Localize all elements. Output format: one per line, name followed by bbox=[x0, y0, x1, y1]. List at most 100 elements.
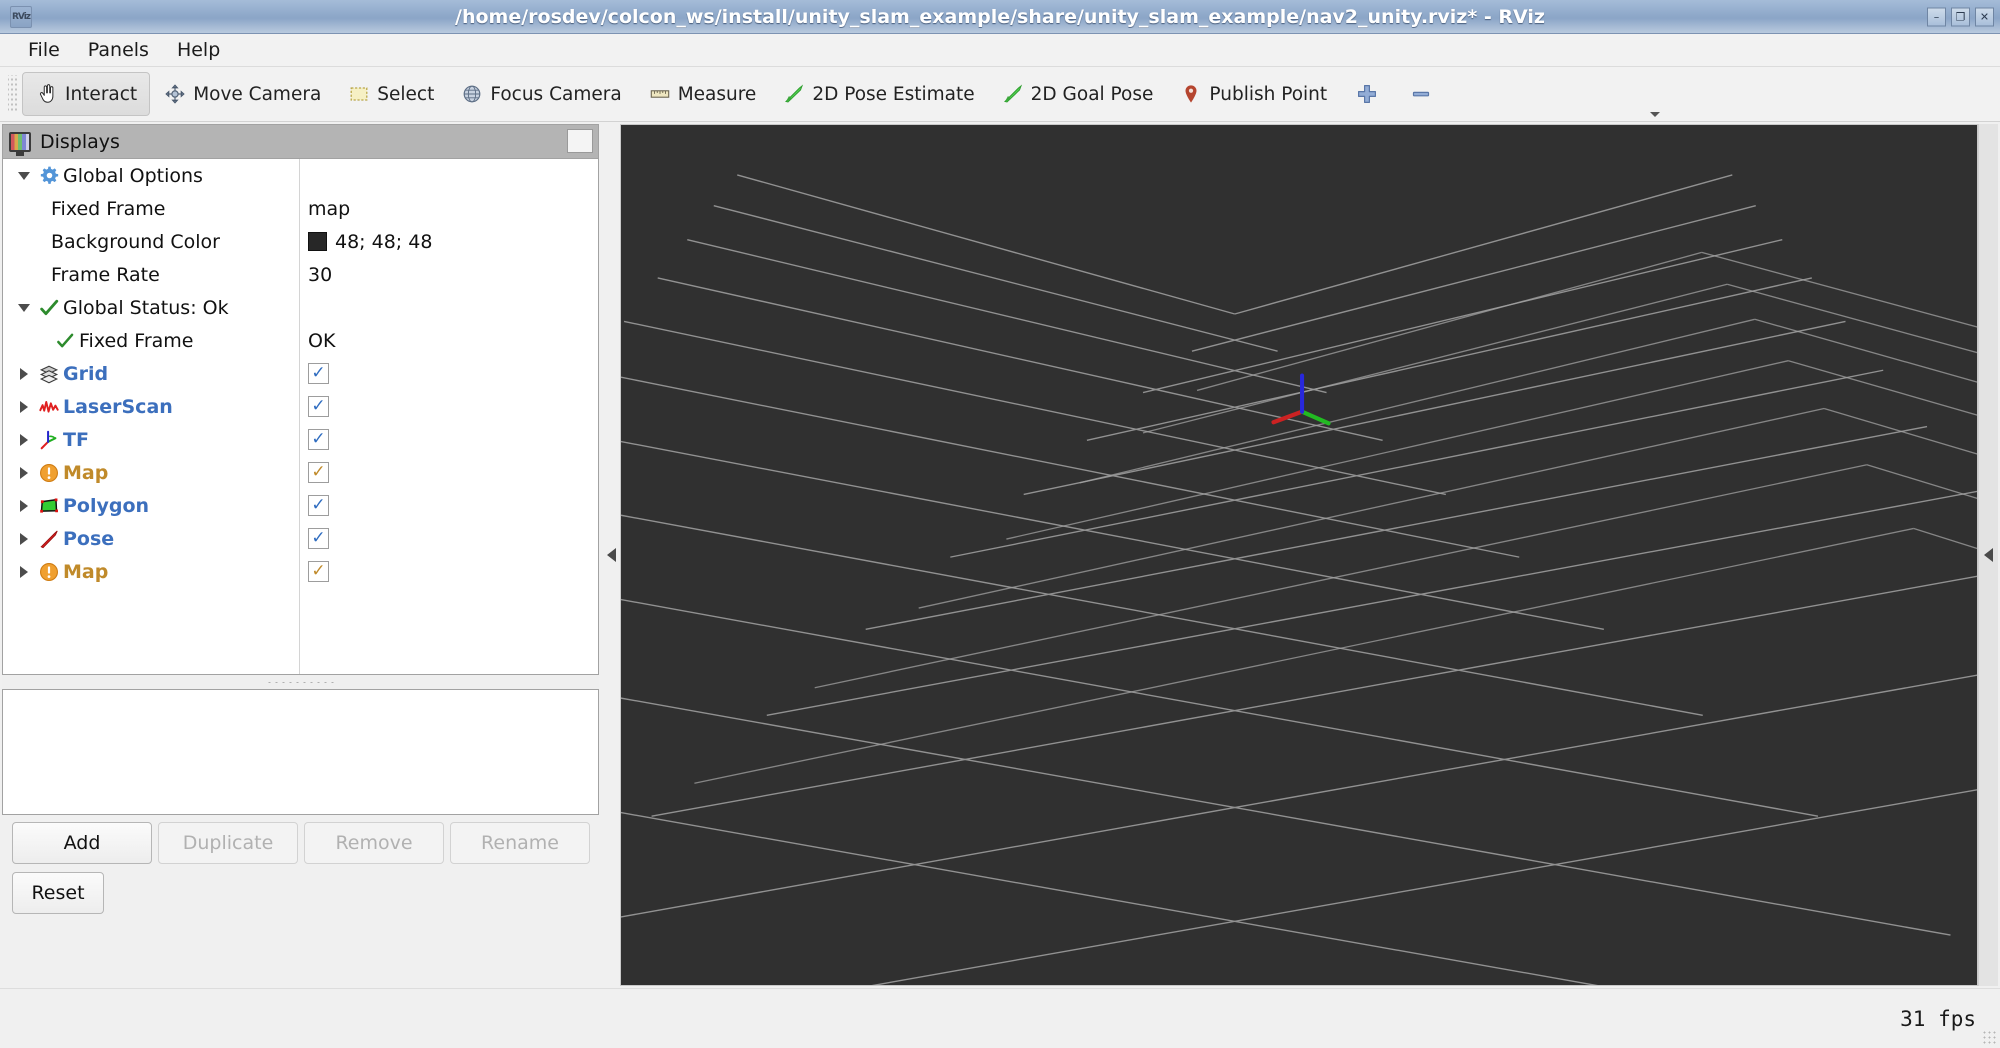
polygon-checkbox[interactable]: ✓ bbox=[308, 495, 329, 516]
tool-move-camera-label: Move Camera bbox=[193, 83, 322, 105]
menu-help[interactable]: Help bbox=[163, 36, 234, 64]
tree-row-grid[interactable]: Grid ✓ bbox=[3, 357, 598, 390]
tree-row-status-fixed-frame[interactable]: Fixed Frame OK bbox=[3, 324, 598, 357]
tree-label: Pose bbox=[63, 527, 115, 550]
pose-arrow-icon bbox=[35, 528, 63, 550]
tool-2d-goal-pose[interactable]: 2D Goal Pose bbox=[988, 72, 1167, 116]
frame-rate-value: 30 bbox=[308, 263, 333, 286]
status-fixed-frame-value: OK bbox=[308, 329, 336, 352]
render-view-3d[interactable] bbox=[620, 124, 1978, 986]
tool-measure[interactable]: Measure bbox=[635, 72, 770, 116]
grid-svg bbox=[621, 125, 1977, 985]
grid-icon bbox=[35, 363, 63, 385]
tool-add-tool[interactable] bbox=[1340, 72, 1394, 116]
chevron-down-icon[interactable] bbox=[13, 303, 35, 312]
tree-value: ✓ bbox=[308, 495, 329, 516]
plus-icon bbox=[1355, 82, 1379, 106]
tree-label: Global Status: Ok bbox=[63, 296, 229, 319]
tree-row-map-2[interactable]: Map ✓ bbox=[3, 555, 598, 588]
tf-axes-icon bbox=[35, 429, 63, 451]
tool-move-camera[interactable]: Move Camera bbox=[150, 72, 334, 116]
tree-label: Map bbox=[63, 461, 109, 484]
laserscan-checkbox[interactable]: ✓ bbox=[308, 396, 329, 417]
minimize-icon: – bbox=[1933, 10, 1940, 23]
tool-focus-camera[interactable]: Focus Camera bbox=[447, 72, 634, 116]
minimize-button[interactable]: – bbox=[1927, 7, 1946, 26]
tool-interact-label: Interact bbox=[65, 83, 138, 105]
menu-panels[interactable]: Panels bbox=[74, 36, 163, 64]
tool-select[interactable]: Select bbox=[334, 72, 447, 116]
tree-row-global-options[interactable]: Global Options bbox=[3, 159, 598, 192]
tf-checkbox[interactable]: ✓ bbox=[308, 429, 329, 450]
add-button[interactable]: Add bbox=[12, 822, 152, 864]
panel-splitter-handle[interactable] bbox=[2, 675, 599, 689]
chevron-right-icon[interactable] bbox=[13, 466, 35, 479]
menu-file[interactable]: File bbox=[14, 36, 74, 64]
chevron-right-icon[interactable] bbox=[13, 367, 35, 380]
tree-row-global-status[interactable]: Global Status: Ok bbox=[3, 291, 598, 324]
chevron-right-icon[interactable] bbox=[13, 499, 35, 512]
measure-ruler-icon bbox=[648, 82, 672, 106]
toolbar-grip[interactable] bbox=[8, 75, 18, 113]
status-bar: 31 fps bbox=[0, 988, 2000, 1048]
tree-value[interactable]: 48; 48; 48 bbox=[308, 231, 432, 253]
tree-row-map-1[interactable]: Map ✓ bbox=[3, 456, 598, 489]
tree-label: Polygon bbox=[63, 494, 150, 517]
tree-row-fixed-frame[interactable]: Fixed Frame map bbox=[3, 192, 598, 225]
reset-button[interactable]: Reset bbox=[12, 872, 104, 914]
focus-camera-icon bbox=[460, 82, 484, 106]
chevron-right-icon[interactable] bbox=[13, 565, 35, 578]
tree-row-polygon[interactable]: Polygon ✓ bbox=[3, 489, 598, 522]
displays-tree[interactable]: Global Options Fixed Frame map Backgroun… bbox=[2, 158, 599, 675]
map-1-checkbox[interactable]: ✓ bbox=[308, 462, 329, 483]
tree-value: ✓ bbox=[308, 462, 329, 483]
main-body: Displays Global Options Fixed Frame map … bbox=[0, 122, 2000, 988]
move-camera-icon bbox=[163, 82, 187, 106]
app-icon: RViz bbox=[10, 5, 32, 28]
tool-2d-pose-estimate-label: 2D Pose Estimate bbox=[812, 83, 975, 105]
chevron-down-icon[interactable] bbox=[13, 171, 35, 180]
tree-label: Grid bbox=[63, 362, 109, 385]
resize-grip[interactable] bbox=[1982, 1030, 1998, 1046]
tree-label: Fixed Frame bbox=[79, 329, 194, 352]
tree-value[interactable]: map bbox=[308, 198, 350, 220]
duplicate-button[interactable]: Duplicate bbox=[158, 822, 298, 864]
tool-2d-pose-estimate[interactable]: 2D Pose Estimate bbox=[769, 72, 987, 116]
polygon-icon bbox=[35, 495, 63, 517]
tool-measure-label: Measure bbox=[677, 83, 757, 105]
rename-button[interactable]: Rename bbox=[450, 822, 590, 864]
tree-row-laserscan[interactable]: LaserScan ✓ bbox=[3, 390, 598, 423]
tree-row-background-color[interactable]: Background Color 48; 48; 48 bbox=[3, 225, 598, 258]
check-green-icon bbox=[35, 297, 63, 319]
displays-panel-title: Displays bbox=[40, 130, 120, 153]
remove-button[interactable]: Remove bbox=[304, 822, 444, 864]
displays-monitor-icon bbox=[9, 131, 31, 152]
tree-row-tf[interactable]: TF ✓ bbox=[3, 423, 598, 456]
tree-row-pose[interactable]: Pose ✓ bbox=[3, 522, 598, 555]
chevron-right-icon[interactable] bbox=[13, 433, 35, 446]
chevron-right-icon[interactable] bbox=[13, 532, 35, 545]
toolbar-overflow-chevron-down-icon[interactable] bbox=[1650, 112, 1660, 117]
tree-row-frame-rate[interactable]: Frame Rate 30 bbox=[3, 258, 598, 291]
chevron-right-icon[interactable] bbox=[13, 400, 35, 413]
grid-checkbox[interactable]: ✓ bbox=[308, 363, 329, 384]
tool-remove-tool[interactable] bbox=[1394, 72, 1448, 116]
color-swatch bbox=[308, 232, 327, 251]
tool-publish-point-label: Publish Point bbox=[1209, 83, 1328, 105]
tool-publish-point[interactable]: Publish Point bbox=[1166, 72, 1340, 116]
displays-panel-float-button[interactable] bbox=[567, 129, 593, 153]
map-2-checkbox[interactable]: ✓ bbox=[308, 561, 329, 582]
pose-checkbox[interactable]: ✓ bbox=[308, 528, 329, 549]
select-rectangle-icon bbox=[347, 82, 371, 106]
displays-button-row: Add Duplicate Remove Rename bbox=[2, 819, 599, 864]
tree-value[interactable]: 30 bbox=[308, 264, 332, 286]
maximize-button[interactable]: ❐ bbox=[1951, 7, 1970, 26]
tool-interact[interactable]: Interact bbox=[22, 72, 151, 116]
gear-icon bbox=[35, 165, 63, 186]
right-panel-splitter[interactable] bbox=[1978, 124, 1998, 986]
tool-2d-goal-pose-label: 2D Goal Pose bbox=[1030, 83, 1154, 105]
tree-value: ✓ bbox=[308, 429, 329, 450]
close-button[interactable]: ✕ bbox=[1975, 7, 1994, 26]
left-panel-splitter[interactable] bbox=[602, 122, 620, 988]
title-bar: RViz /home/rosdev/colcon_ws/install/unit… bbox=[0, 0, 2000, 34]
